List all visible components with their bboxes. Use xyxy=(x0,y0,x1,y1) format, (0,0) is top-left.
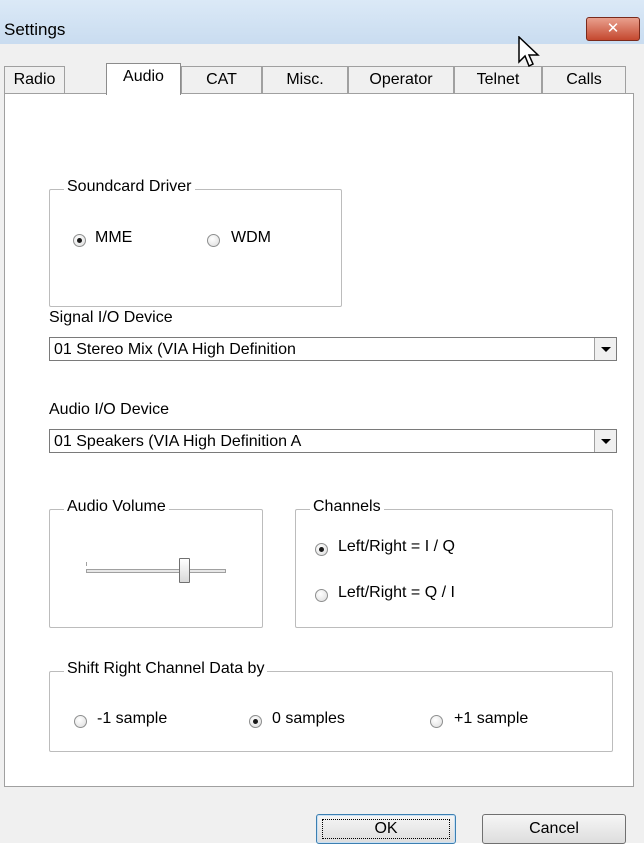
audio-io-value: 01 Speakers (VIA High Definition A xyxy=(54,433,302,450)
close-button[interactable]: ✕ xyxy=(586,17,640,41)
chevron-down-icon[interactable] xyxy=(594,338,616,360)
tab-audio[interactable]: Audio xyxy=(106,63,181,95)
channels-group: Channels Left/Right = I / Q Left/Right =… xyxy=(295,498,613,628)
tab-radio[interactable]: Radio xyxy=(4,66,65,93)
audio-tab-page: Soundcard Driver MME WDM Signal I/O Devi… xyxy=(4,93,634,787)
chevron-down-icon[interactable] xyxy=(594,430,616,452)
window-title: Settings xyxy=(4,20,66,39)
minus-one-sample-label: -1 sample xyxy=(97,710,168,727)
title-bar: Settings ✕ xyxy=(0,0,644,45)
mme-radio[interactable] xyxy=(73,234,86,247)
audio-volume-group: Audio Volume xyxy=(49,498,263,628)
tab-label: Calls xyxy=(566,71,602,88)
tab-operator[interactable]: Operator xyxy=(348,66,454,93)
wdm-label: WDM xyxy=(231,229,271,246)
group-legend: Channels xyxy=(310,498,384,516)
mouse-cursor-icon xyxy=(518,36,540,68)
tab-label: Audio xyxy=(123,68,164,85)
tab-label: CAT xyxy=(206,71,237,88)
soundcard-driver-group: Soundcard Driver MME WDM xyxy=(49,178,342,307)
zero-samples-radio[interactable] xyxy=(249,715,262,728)
signal-io-label: Signal I/O Device xyxy=(49,309,173,326)
focus-rect xyxy=(322,819,450,839)
tab-telnet[interactable]: Telnet xyxy=(454,66,542,93)
signal-io-select[interactable]: 01 Stereo Mix (VIA High Definition xyxy=(49,337,617,361)
volume-tick xyxy=(86,562,90,566)
tab-cat[interactable]: CAT xyxy=(181,66,262,93)
audio-io-select[interactable]: 01 Speakers (VIA High Definition A xyxy=(49,429,617,453)
iq-radio[interactable] xyxy=(315,543,328,556)
plus-one-sample-radio[interactable] xyxy=(430,715,443,728)
shift-channel-group: Shift Right Channel Data by -1 sample 0 … xyxy=(49,660,613,752)
group-legend: Audio Volume xyxy=(64,498,169,516)
mme-label: MME xyxy=(95,229,133,246)
tab-label: Radio xyxy=(13,71,56,88)
volume-track xyxy=(86,569,226,573)
audio-io-label: Audio I/O Device xyxy=(49,401,170,418)
tab-calls[interactable]: Calls xyxy=(542,66,626,93)
group-legend: Shift Right Channel Data by xyxy=(64,660,268,678)
qi-radio[interactable] xyxy=(315,589,328,602)
cancel-label: Cancel xyxy=(529,820,579,837)
qi-label: Left/Right = Q / I xyxy=(338,584,455,601)
plus-one-sample-label: +1 sample xyxy=(454,710,529,727)
volume-slider-thumb[interactable] xyxy=(178,558,190,583)
iq-label: Left/Right = I / Q xyxy=(338,538,455,555)
signal-io-value: 01 Stereo Mix (VIA High Definition xyxy=(54,341,296,358)
ok-button[interactable]: OK xyxy=(316,814,456,844)
tab-misc[interactable]: Misc. xyxy=(262,66,348,93)
group-legend: Soundcard Driver xyxy=(64,178,195,196)
cancel-button[interactable]: Cancel xyxy=(482,814,626,844)
minus-one-sample-radio[interactable] xyxy=(74,715,87,728)
dialog-body: Radio Audio CAT Misc. Operator Telnet Ca… xyxy=(0,44,644,844)
zero-samples-label: 0 samples xyxy=(272,710,345,727)
tab-label: Telnet xyxy=(476,71,520,88)
close-icon: ✕ xyxy=(606,20,620,37)
tab-label: Misc. xyxy=(286,71,324,88)
wdm-radio[interactable] xyxy=(207,234,220,247)
tab-label: Operator xyxy=(369,71,433,88)
